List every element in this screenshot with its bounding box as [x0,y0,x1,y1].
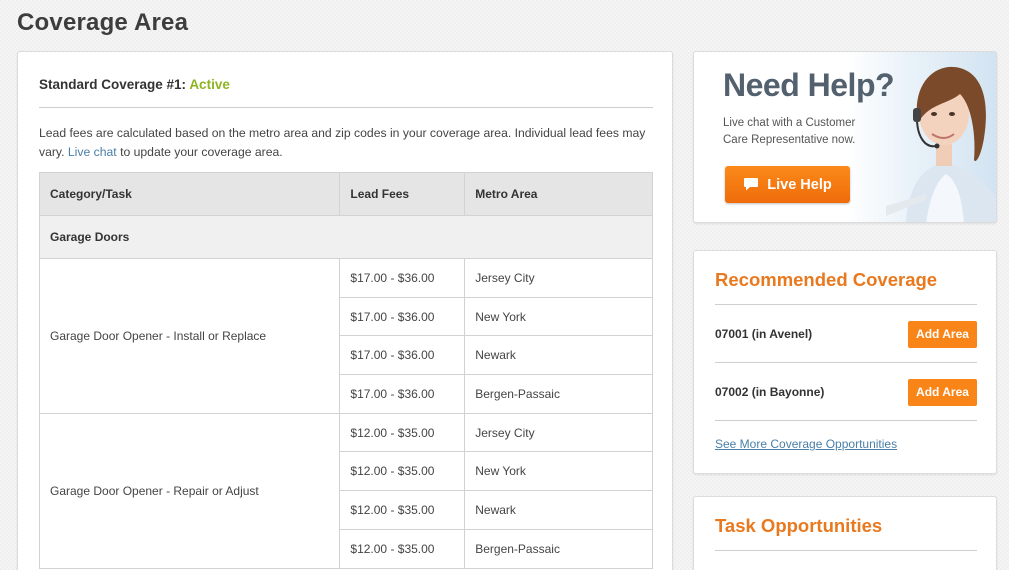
divider [715,550,977,551]
live-chat-link[interactable]: Live chat [68,145,117,159]
table-row: Garage Door Opener - Install or Replace … [38,258,653,414]
divider [715,362,977,363]
coverage-status: Active [189,77,230,92]
metro-area-cell: Bergen-Passaic [464,374,653,414]
lead-fee-cell: $12.00 - $35.00 [339,412,466,453]
lead-fee-cell: $17.00 - $36.00 [339,374,466,414]
task-name: Garage Door Opener - Install or Replace [38,258,341,414]
recommended-coverage-title: Recommended Coverage [715,269,938,290]
list-item: 07002 (in Bayonne) Add Area [715,378,977,406]
add-area-button[interactable]: Add Area [908,320,977,348]
coverage-table: Category/Task Lead Fees Metro Area Garag… [38,172,653,569]
metro-area-cell: Newark [464,335,653,376]
need-help-title: Need Help? [723,67,895,103]
divider [715,420,977,421]
coverage-heading-label: Standard Coverage #1: [39,77,190,92]
support-agent-image [886,66,996,222]
divider [715,304,977,305]
column-header-metro-area: Metro Area [464,172,653,216]
coverage-card: Standard Coverage #1: Active Lead fees a… [17,51,673,570]
metro-area-cell: Jersey City [464,258,653,298]
coverage-intro: Lead fees are calculated based on the me… [39,124,649,162]
column-header-lead-fees: Lead Fees [339,172,466,216]
see-more-coverage-link[interactable]: See More Coverage Opportunities [715,437,897,451]
need-help-banner: Need Help? Live chat with a Customer Car… [693,51,997,223]
category-group-label: Garage Doors [39,215,653,259]
add-area-button[interactable]: Add Area [908,378,977,406]
coverage-zip-label: 07001 (in Avenel) [715,327,813,341]
live-help-button[interactable]: Live Help [725,166,850,203]
task-opportunities-card: Task Opportunities [693,496,997,570]
lead-fee-cell: $17.00 - $36.00 [339,258,466,298]
metro-area-cell: Newark [464,490,653,530]
metro-area-cell: New York [464,451,653,492]
chat-bubble-icon [744,178,759,191]
intro-suffix: to update your coverage area. [116,145,283,159]
metro-area-cell: Jersey City [464,412,653,453]
table-row: Garage Door Opener - Repair or Adjust $1… [38,412,653,569]
list-item: 07001 (in Avenel) Add Area [715,320,977,348]
lead-fee-cell: $17.00 - $36.00 [339,296,466,337]
lead-fee-cell: $12.00 - $35.00 [339,451,466,492]
lead-fee-cell: $12.00 - $35.00 [339,528,466,569]
metro-area-cell: New York [464,296,653,337]
lead-fee-cell: $17.00 - $36.00 [339,335,466,376]
lead-fee-cell: $12.00 - $35.00 [339,490,466,530]
recommended-coverage-card: Recommended Coverage 07001 (in Avenel) A… [693,250,997,474]
coverage-heading: Standard Coverage #1: Active [39,77,230,92]
live-help-label: Live Help [767,176,832,193]
page-title: Coverage Area [17,9,189,36]
task-opportunities-title: Task Opportunities [715,515,883,536]
divider [39,107,653,108]
table-header-row: Category/Task Lead Fees Metro Area [38,172,653,216]
task-name: Garage Door Opener - Repair or Adjust [38,412,341,569]
column-header-category: Category/Task [38,172,341,216]
need-help-subtitle: Live chat with a Customer Care Represent… [723,117,856,146]
coverage-zip-label: 07002 (in Bayonne) [715,385,825,399]
category-group-row: Garage Doors [39,215,653,259]
metro-area-cell: Bergen-Passaic [464,528,653,569]
